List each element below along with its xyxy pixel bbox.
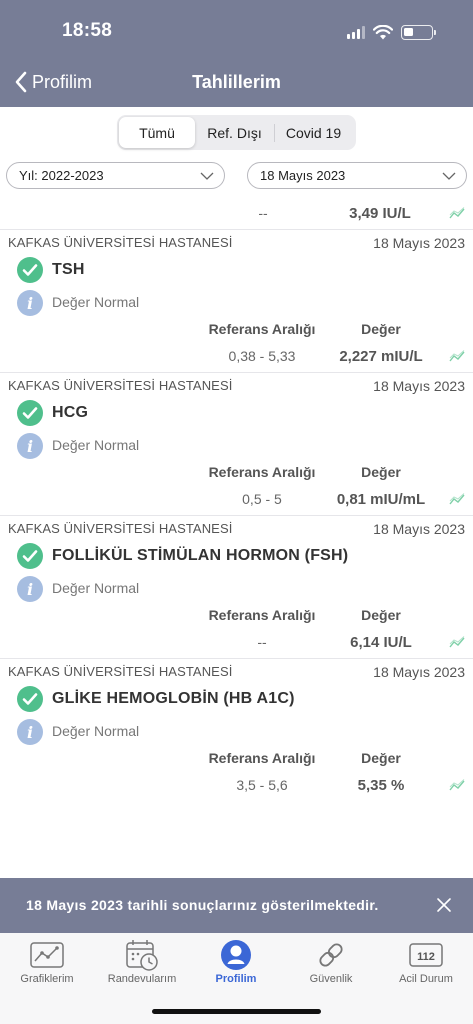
result-value: 6,14 IU/L bbox=[350, 634, 412, 651]
segment-covid[interactable]: Covid 19 bbox=[275, 117, 352, 148]
result-value: 0,81 mIU/mL bbox=[336, 491, 426, 508]
emergency-112-icon: 112 bbox=[409, 943, 443, 967]
cellular-signal-icon bbox=[347, 25, 365, 39]
trend-chart-icon[interactable] bbox=[449, 779, 465, 791]
list-item[interactable]: KAFKAS ÜNİVERSİTESİ HASTANESİ 18 Mayıs 2… bbox=[0, 516, 473, 659]
segment-out-of-range[interactable]: Ref. Dışı bbox=[195, 123, 275, 142]
header-bar: 18:58 Profilim Tahlillerim bbox=[0, 0, 473, 107]
check-circle-icon bbox=[17, 543, 43, 569]
value-label: Değer bbox=[361, 321, 401, 337]
reference-range-value: -- bbox=[258, 205, 268, 221]
trend-chart-icon[interactable] bbox=[449, 493, 465, 505]
reference-range-value: 0,5 - 5 bbox=[242, 491, 282, 507]
reference-range-label: Referans Aralığı bbox=[208, 750, 316, 766]
result-date: 18 Mayıs 2023 bbox=[373, 521, 465, 537]
year-dropdown[interactable]: Yıl: 2022-2023 bbox=[6, 162, 225, 189]
reference-range-label: Referans Aralığı bbox=[208, 607, 316, 623]
info-icon[interactable]: i bbox=[17, 719, 43, 745]
check-circle-icon bbox=[17, 686, 43, 712]
segment-all[interactable]: Tümü bbox=[119, 117, 195, 148]
tab-profilim[interactable]: Profilim bbox=[189, 933, 283, 993]
filter-segmented-control: Tümü Ref. Dışı Covid 19 bbox=[117, 115, 356, 150]
value-label: Değer bbox=[361, 607, 401, 623]
date-dropdown-value: 18 Mayıs 2023 bbox=[260, 168, 346, 183]
check-circle-icon bbox=[17, 400, 43, 426]
wifi-icon bbox=[373, 24, 393, 39]
list-item[interactable]: KAFKAS ÜNİVERSİTESİ HASTANESİ 18 Mayıs 2… bbox=[0, 230, 473, 373]
tab-label: Güvenlik bbox=[309, 973, 353, 985]
result-status: Değer Normal bbox=[52, 580, 140, 596]
list-item[interactable]: KAFKAS ÜNİVERSİTESİ HASTANESİ 18 Mayıs 2… bbox=[0, 373, 473, 516]
result-status: Değer Normal bbox=[52, 723, 140, 739]
emergency-number: 112 bbox=[417, 951, 435, 963]
results-list: KAFKAS ÜNİVERSİTESİ HASTANESİ 18 Mayıs 2… bbox=[0, 230, 473, 802]
list-item[interactable]: KAFKAS ÜNİVERSİTESİ HASTANESİ 18 Mayıs 2… bbox=[0, 659, 473, 802]
close-icon[interactable] bbox=[436, 897, 452, 913]
hospital-name: KAFKAS ÜNİVERSİTESİ HASTANESİ bbox=[8, 521, 233, 536]
calendar-clock-icon bbox=[126, 940, 158, 971]
back-button[interactable]: Profilim bbox=[14, 70, 92, 94]
tab-label: Profilim bbox=[215, 973, 257, 985]
info-icon[interactable]: i bbox=[17, 576, 43, 602]
hospital-name: KAFKAS ÜNİVERSİTESİ HASTANESİ bbox=[8, 378, 233, 393]
test-name: GLİKE HEMOGLOBİN (HB A1C) bbox=[52, 690, 295, 707]
tab-guvenlik[interactable]: Güvenlik bbox=[284, 933, 378, 993]
reference-range-value: 0,38 - 5,33 bbox=[228, 348, 296, 364]
result-status: Değer Normal bbox=[52, 437, 140, 453]
home-indicator bbox=[152, 1009, 321, 1014]
reference-range-value: -- bbox=[257, 634, 267, 650]
check-circle-icon bbox=[17, 257, 43, 283]
chart-icon bbox=[30, 942, 64, 968]
hospital-name: KAFKAS ÜNİVERSİTESİ HASTANESİ bbox=[8, 235, 233, 250]
date-dropdown[interactable]: 18 Mayıs 2023 bbox=[247, 162, 467, 189]
test-name: HCG bbox=[52, 404, 89, 421]
trend-chart-icon[interactable] bbox=[449, 207, 465, 219]
tab-label: Acil Durum bbox=[399, 973, 453, 985]
info-icon[interactable]: i bbox=[17, 433, 43, 459]
chevron-down-icon bbox=[442, 172, 456, 180]
info-icon[interactable]: i bbox=[17, 290, 43, 316]
banner-text: 18 Mayıs 2023 tarihli sonuçlarınız göste… bbox=[26, 897, 379, 913]
info-banner: 18 Mayıs 2023 tarihli sonuçlarınız göste… bbox=[0, 878, 473, 933]
profile-icon bbox=[221, 940, 251, 970]
status-icons bbox=[347, 24, 436, 40]
tab-label: Grafiklerim bbox=[20, 973, 74, 985]
test-name: TSH bbox=[52, 261, 85, 278]
tab-grafiklerim[interactable]: Grafiklerim bbox=[0, 933, 94, 993]
result-status: Değer Normal bbox=[52, 294, 140, 310]
status-time: 18:58 bbox=[62, 20, 113, 41]
chevron-left-icon bbox=[15, 71, 27, 93]
result-value: 2,227 mIU/L bbox=[339, 348, 423, 365]
reference-range-label: Referans Aralığı bbox=[208, 464, 316, 480]
tab-label: Randevularım bbox=[107, 973, 177, 985]
battery-icon bbox=[401, 24, 436, 40]
result-date: 18 Mayıs 2023 bbox=[373, 664, 465, 680]
reference-range-value: 3,5 - 5,6 bbox=[236, 777, 288, 793]
result-date: 18 Mayıs 2023 bbox=[373, 378, 465, 394]
year-dropdown-value: Yıl: 2022-2023 bbox=[19, 168, 104, 183]
hospital-name: KAFKAS ÜNİVERSİTESİ HASTANESİ bbox=[8, 664, 233, 679]
result-value: 5,35 % bbox=[357, 777, 405, 794]
chevron-down-icon bbox=[200, 172, 214, 180]
list-item-partial[interactable]: -- 3,49 IU/L bbox=[0, 199, 473, 230]
value-label: Değer bbox=[361, 750, 401, 766]
tab-acil-durum[interactable]: 112 Acil Durum bbox=[379, 933, 473, 993]
back-label: Profilim bbox=[32, 71, 93, 92]
result-value: 3,49 IU/L bbox=[349, 205, 411, 222]
value-label: Değer bbox=[361, 464, 401, 480]
result-date: 18 Mayıs 2023 bbox=[373, 235, 465, 251]
link-icon bbox=[319, 943, 343, 967]
tab-randevularim[interactable]: Randevularım bbox=[95, 933, 189, 993]
reference-range-label: Referans Aralığı bbox=[208, 321, 316, 337]
trend-chart-icon[interactable] bbox=[449, 350, 465, 362]
test-name: FOLLİKÜL STİMÜLAN HORMON (FSH) bbox=[52, 547, 349, 564]
trend-chart-icon[interactable] bbox=[449, 636, 465, 648]
